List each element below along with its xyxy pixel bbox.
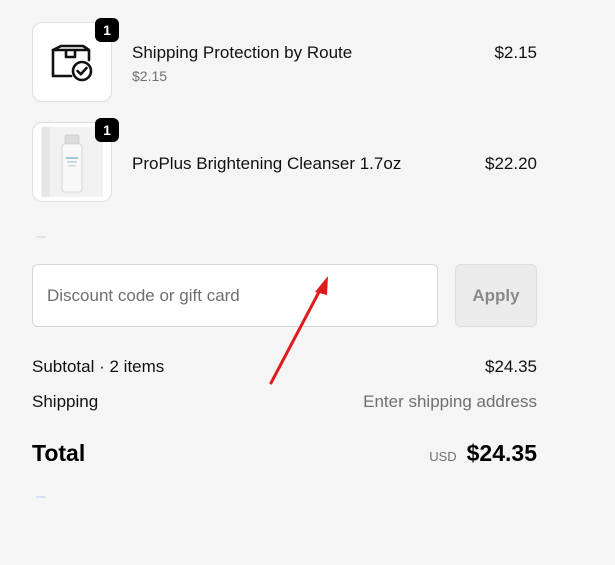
shipping-label: Shipping [32,392,99,411]
item-thumbnail: 1 [32,18,119,102]
loading-fragment [36,496,46,498]
line-item-shipping-protection: 1 Shipping Protection by Route $2.15 $2.… [32,18,537,104]
subtotal-label: Subtotal · 2 items [32,357,165,376]
total-amount: $24.35 [466,440,537,466]
package-check-icon [51,44,93,82]
item-thumbnail: 1 [32,118,119,202]
currency-code: USD [429,449,457,464]
discount-code-input[interactable] [32,264,438,327]
apply-discount-button[interactable]: Apply [455,264,537,327]
item-price: $22.20 [485,154,537,173]
total-label: Total [32,440,86,466]
quantity-badge: 1 [95,118,119,142]
shipping-value: Enter shipping address [363,392,537,411]
quantity-badge: 1 [95,18,119,42]
item-title: ProPlus Brightening Cleanser 1.7oz [132,154,402,173]
item-price: $2.15 [494,43,537,62]
line-item-cleanser: 1 ProPlus Brightening Cleanser 1.7oz $22… [32,118,537,204]
total-value: USD $24.35 [429,440,537,467]
divider-fragment [36,236,46,238]
subtotal-value: $24.35 [485,357,537,376]
item-title: Shipping Protection by Route [132,43,353,62]
item-unit-price: $2.15 [132,68,168,84]
